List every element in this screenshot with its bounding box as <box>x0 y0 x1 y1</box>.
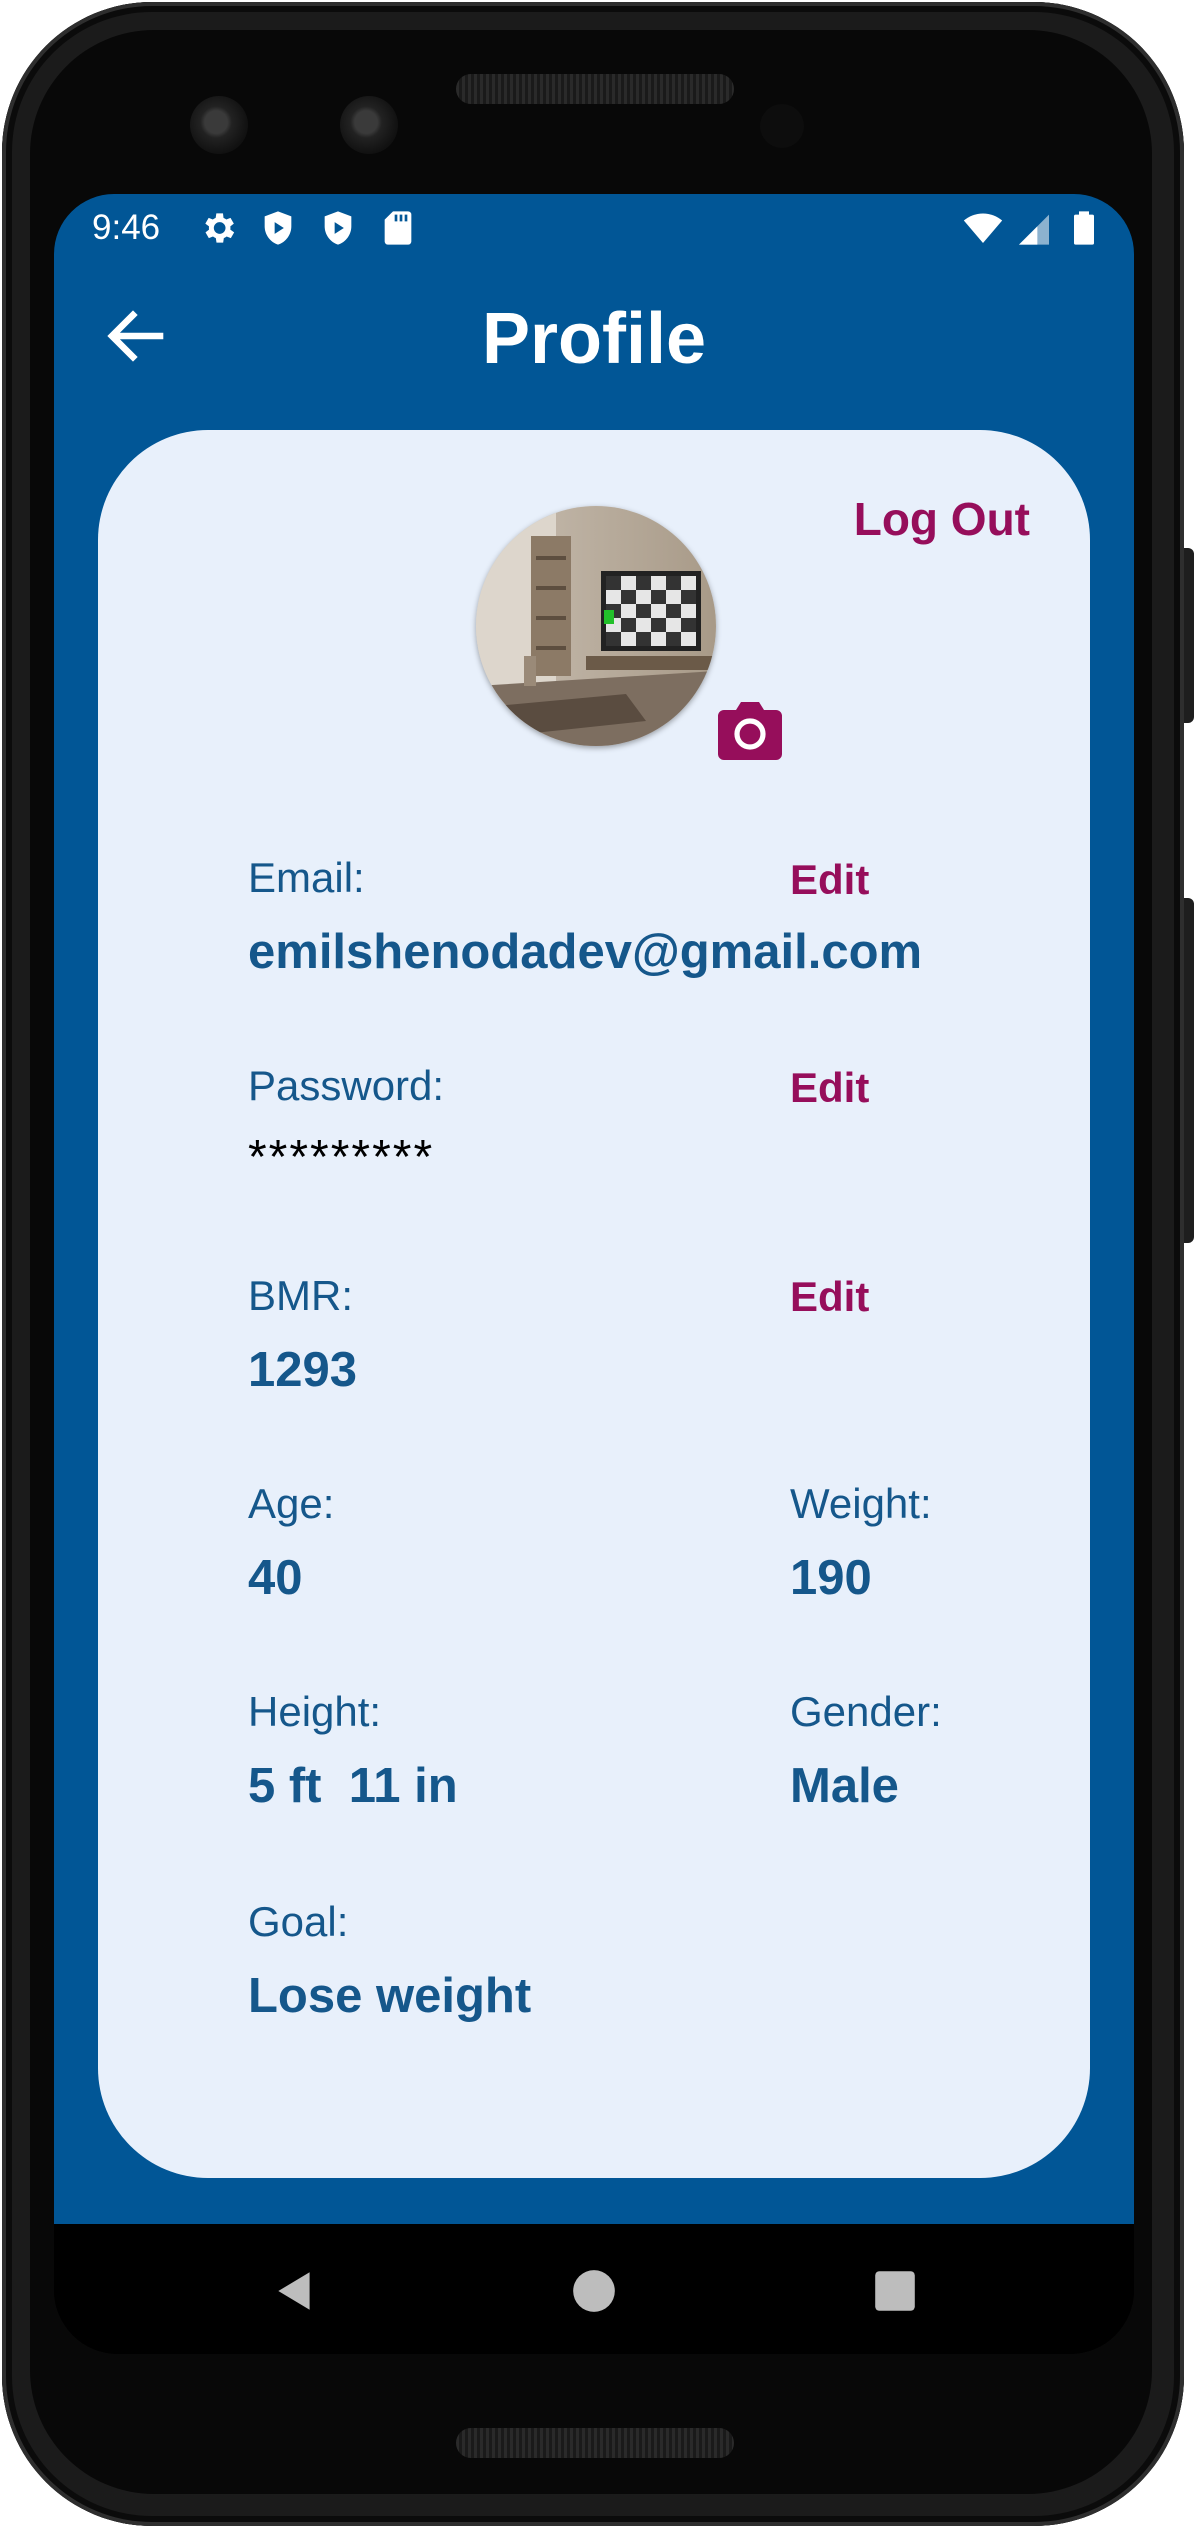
proximity-sensor <box>760 104 804 148</box>
edit-email-button[interactable]: Edit <box>790 856 869 904</box>
profile-screen: 9:46 Profile Log Out Email: Edit emilshe… <box>54 194 1134 2224</box>
logout-button[interactable]: Log Out <box>854 492 1030 546</box>
password-label: Password: <box>248 1062 445 1109</box>
height-label: Height: <box>248 1688 382 1735</box>
camera-icon[interactable] <box>716 698 784 762</box>
sd-card-icon <box>384 211 412 245</box>
earpiece-speaker <box>456 74 734 104</box>
height-value: 5 ft 11 in <box>248 1759 458 1813</box>
nav-recents-icon[interactable] <box>870 2266 920 2316</box>
settings-gear-icon <box>205 213 235 243</box>
toolbar: Profile <box>54 266 1134 406</box>
bmr-value: 1293 <box>248 1343 358 1397</box>
cell-signal-icon <box>1019 214 1049 245</box>
front-camera-icon <box>340 96 398 154</box>
profile-card: Log Out Email: Edit emilshenodadev@gmail… <box>98 430 1090 2178</box>
nav-home-icon[interactable] <box>569 2266 619 2316</box>
avatar[interactable] <box>476 506 716 746</box>
device-frame: 9:46 Profile Log Out Email: Edit emilshe… <box>0 0 1194 2532</box>
front-camera-icon <box>190 96 248 154</box>
bottom-speaker <box>456 2428 734 2458</box>
power-button <box>1184 548 1194 723</box>
weight-value: 190 <box>790 1551 872 1605</box>
email-value: emilshenodadev@gmail.com <box>248 925 923 979</box>
goal-label: Goal: <box>248 1898 349 1945</box>
gender-value: Male <box>790 1759 899 1813</box>
password-value: ********* <box>248 1131 435 1184</box>
wifi-icon <box>963 213 1003 243</box>
avatar-photo-image <box>476 506 716 746</box>
screen: 9:46 Profile Log Out Email: Edit emilshe… <box>54 194 1134 2354</box>
shield-play-icon <box>264 211 292 245</box>
status-time: 9:46 <box>92 208 161 247</box>
edit-bmr-button[interactable]: Edit <box>790 1273 869 1321</box>
goal-value: Lose weight <box>248 1969 532 2023</box>
system-nav-bar <box>54 2224 1134 2354</box>
nav-back-icon[interactable] <box>270 2266 320 2316</box>
gender-label: Gender: <box>790 1688 942 1735</box>
age-value: 40 <box>248 1551 303 1605</box>
page-title: Profile <box>481 299 707 379</box>
bmr-label: BMR: <box>248 1272 353 1319</box>
age-label: Age: <box>248 1480 335 1527</box>
volume-rocker <box>1184 898 1194 1243</box>
weight-label: Weight: <box>790 1480 932 1527</box>
battery-icon <box>1074 211 1094 245</box>
edit-password-button[interactable]: Edit <box>790 1064 869 1112</box>
email-label: Email: <box>248 854 365 901</box>
shield-play-icon <box>324 211 352 245</box>
status-bar: 9:46 <box>54 194 1134 266</box>
